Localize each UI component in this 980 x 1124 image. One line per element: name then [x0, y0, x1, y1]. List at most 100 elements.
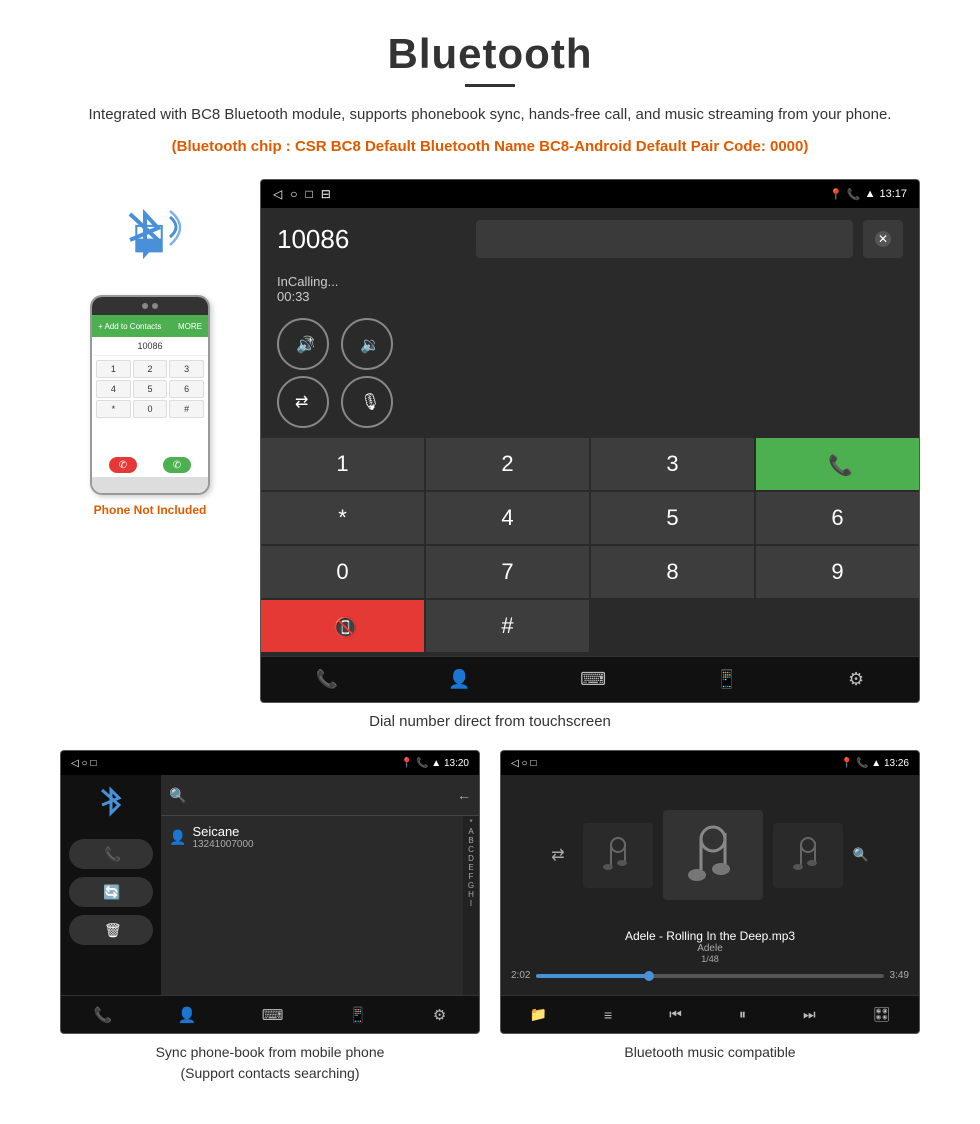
ms-nav-list[interactable]: ≡: [604, 1007, 612, 1023]
alpha-b: B: [468, 836, 473, 845]
ms-signal-icon: 📞: [856, 758, 868, 769]
dial-3[interactable]: 3: [591, 438, 754, 490]
pb-nav-bar: 📞 👤 ⌨ 📱 ⚙: [61, 995, 479, 1033]
svg-text:🔄: 🔄: [103, 884, 120, 901]
key-5[interactable]: 5: [133, 380, 168, 398]
ms-nav-equalizer[interactable]: 🎛: [873, 1006, 891, 1023]
ms-time-current: 2:02: [511, 970, 530, 981]
ms-status-bar: ◁ ○ □ 📍 📞 ▲ 13:26: [501, 751, 919, 775]
ms-search-icon[interactable]: 🔍: [853, 847, 869, 863]
pb-nav-contacts[interactable]: 👤: [178, 1006, 197, 1024]
volume-down-button[interactable]: 🔉: [341, 318, 393, 370]
key-3[interactable]: 3: [169, 360, 204, 378]
key-1[interactable]: 1: [96, 360, 131, 378]
bottom-screenshots: ◁ ○ □ 📍 📞 ▲ 13:20: [60, 750, 920, 1084]
pb-sync-button[interactable]: 🔄: [69, 877, 153, 907]
call-button[interactable]: 📞: [756, 438, 919, 490]
volume-up-button[interactable]: 🔊+: [277, 318, 329, 370]
key-4[interactable]: 4: [96, 380, 131, 398]
key-hash[interactable]: #: [169, 400, 204, 418]
phone-signal-icon: 📞: [847, 188, 861, 201]
alpha-star: *: [469, 818, 472, 827]
pb-wifi-icon: ▲: [431, 758, 441, 769]
svg-text:📞: 📞: [828, 452, 852, 477]
nav-calls-icon[interactable]: 📞: [316, 669, 338, 690]
phonebook-block: ◁ ○ □ 📍 📞 ▲ 13:20: [60, 750, 480, 1084]
key-6[interactable]: 6: [169, 380, 204, 398]
dial-7[interactable]: 7: [426, 546, 589, 598]
ms-progress-fill: [536, 974, 647, 978]
dial-hash[interactable]: #: [426, 600, 589, 652]
pb-nav-settings[interactable]: ⚙: [433, 1006, 446, 1024]
pb-bluetooth-icon: [69, 785, 153, 827]
android-dialer-screen: ◁ ○ □ ⊟ 📍 📞 ▲ 13:17 10086: [260, 179, 920, 703]
pb-delete-button[interactable]: 🗑: [69, 915, 153, 945]
ms-shuffle-icon[interactable]: ⇄: [551, 845, 564, 865]
phone-answer-call[interactable]: ✆: [163, 457, 191, 473]
call-input-field[interactable]: [476, 220, 853, 258]
nav-phone-icon[interactable]: 📱: [716, 669, 738, 690]
dial-5[interactable]: 5: [591, 492, 754, 544]
phone-screen: + Add to Contacts MORE 10086 1 2 3 4 5 6…: [92, 315, 208, 477]
dial-0[interactable]: 0: [261, 546, 424, 598]
key-0[interactable]: 0: [133, 400, 168, 418]
pb-search-row: 🔍 ←: [161, 775, 479, 816]
call-controls-row: 🔊+ 🔉: [261, 312, 919, 376]
alpha-i: I: [470, 899, 472, 908]
ms-nav-next[interactable]: ⏭: [803, 1006, 816, 1023]
notification-icon: ⊟: [321, 187, 331, 201]
ms-time-total: 3:49: [890, 970, 909, 981]
pb-search-input[interactable]: [192, 783, 451, 807]
svg-text:🗑: 🗑: [104, 922, 120, 938]
list-item: 👤 Seicane 13241007000: [169, 824, 455, 850]
pb-search-icon: 🔍: [169, 787, 186, 804]
music-screen: ◁ ○ □ 📍 📞 ▲ 13:26 ⇄: [500, 750, 920, 1034]
dial-8[interactable]: 8: [591, 546, 754, 598]
backspace-button[interactable]: ✕: [863, 220, 903, 258]
ms-progress-dot: [644, 971, 654, 981]
alpha-h: H: [468, 890, 474, 899]
call-number-section: 10086 ✕: [261, 208, 919, 270]
key-2[interactable]: 2: [133, 360, 168, 378]
mute-button[interactable]: 🎙: [341, 376, 393, 428]
alpha-f: F: [469, 872, 474, 881]
pb-signal-icon: 📞: [416, 758, 428, 769]
key-star[interactable]: *: [96, 400, 131, 418]
pb-nav-keypad[interactable]: ⌨: [262, 1006, 284, 1024]
pb-phone-button[interactable]: 📞: [69, 839, 153, 869]
phonebook-caption-line2: (Support contacts searching): [181, 1065, 360, 1081]
nav-settings-icon[interactable]: ⚙: [848, 669, 864, 690]
nav-contacts-icon[interactable]: 👤: [448, 669, 470, 690]
ms-nav-bar: 📁 ≡ ⏮ ⏸ ⏭ 🎛: [501, 995, 919, 1033]
phone-bottom-actions: ✆ ✆: [92, 453, 208, 477]
phone-home-bar: [92, 477, 208, 493]
ms-recents-icon: □: [530, 758, 536, 769]
dial-star[interactable]: *: [261, 492, 424, 544]
dial-4[interactable]: 4: [426, 492, 589, 544]
pb-back-icon: ◁: [71, 758, 79, 769]
phone-number-display: 10086: [92, 337, 208, 356]
pb-status-right: 📍 📞 ▲ 13:20: [401, 758, 469, 769]
contact-name: Seicane: [192, 824, 253, 839]
dial-2[interactable]: 2: [426, 438, 589, 490]
pb-nav-phone[interactable]: 📱: [349, 1006, 368, 1024]
ms-nav-folder[interactable]: 📁: [530, 1006, 547, 1023]
phonebook-caption-line1: Sync phone-book from mobile phone: [156, 1044, 385, 1060]
dial-1[interactable]: 1: [261, 438, 424, 490]
pb-sidebar: 📞 🔄 🗑: [61, 775, 161, 995]
ms-nav-prev[interactable]: ⏮: [669, 1006, 682, 1023]
transfer-button[interactable]: ⇄: [277, 376, 329, 428]
ms-progress-bar[interactable]: [536, 974, 883, 978]
pb-nav-calls[interactable]: 📞: [94, 1006, 113, 1024]
nav-keypad-icon[interactable]: ⌨: [580, 669, 606, 690]
ms-nav-play-pause[interactable]: ⏸: [739, 1006, 746, 1023]
page-specs: (Bluetooth chip : CSR BC8 Default Blueto…: [60, 135, 920, 159]
phone-end-call[interactable]: ✆: [109, 457, 137, 473]
svg-text:🔉: 🔉: [360, 337, 378, 354]
page-title: Bluetooth: [60, 30, 920, 78]
ms-home-icon: ○: [521, 758, 527, 769]
dial-9[interactable]: 9: [756, 546, 919, 598]
music-block: ◁ ○ □ 📍 📞 ▲ 13:26 ⇄: [500, 750, 920, 1084]
dial-6[interactable]: 6: [756, 492, 919, 544]
end-call-button[interactable]: 📵: [261, 600, 424, 652]
